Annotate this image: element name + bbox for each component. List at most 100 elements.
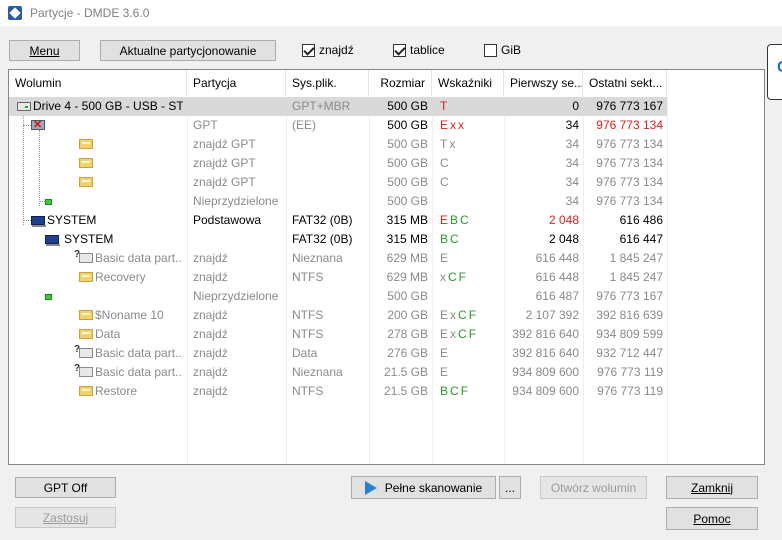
menu-button[interactable]: Menu — [9, 40, 80, 61]
full-scan-button[interactable]: Pełne skanowanie — [351, 476, 496, 499]
more-options-button[interactable]: ... — [499, 476, 521, 499]
cell-name — [61, 287, 183, 306]
cell-last: 934 809 599 — [596, 327, 663, 341]
header-first-sector[interactable]: Pierwszy se... — [504, 70, 583, 96]
cell-flags: BC — [440, 230, 502, 249]
help-button[interactable]: Pomoc — [666, 507, 758, 530]
cell-first: 34 — [565, 175, 579, 189]
play-icon — [364, 480, 377, 495]
cell-last: 976 773 134 — [596, 118, 663, 132]
close-button[interactable]: Zamknij — [666, 476, 758, 499]
apply-button[interactable]: Zastosuj — [15, 507, 116, 528]
table-row[interactable]: Nieprzydzielone 500 GB 616 487 976 773 167 — [9, 287, 764, 306]
open-volume-button[interactable]: Otwórz wolumin — [540, 476, 647, 499]
window-title: Partycje - DMDE 3.6.0 — [30, 6, 150, 20]
gib-checkbox[interactable]: GiB — [484, 43, 521, 57]
cell-fs: Nieznana — [292, 251, 343, 265]
cell-first: 34 — [565, 156, 579, 170]
header-filesystem[interactable]: Sys.plik. — [286, 70, 369, 96]
folder-icon — [79, 310, 93, 320]
cell-first: 2 048 — [548, 232, 579, 246]
table-row[interactable]: SYSTEM Podstawowa FAT32 (0B) 315 MB EBC 2 048… — [9, 211, 764, 230]
gib-checkbox-box[interactable] — [484, 43, 497, 57]
table-row[interactable]: Restore znajdź NTFS 21.5 GB BCF 934 809 600 97… — [9, 382, 764, 401]
header-last-sector[interactable]: Ostatni sekt... — [583, 70, 667, 96]
cell-flags: E — [440, 344, 502, 363]
table-row[interactable]: Recovery znajdź NTFS 629 MB xCF 616 448 1 845 … — [9, 268, 764, 287]
flag-letter: E — [440, 365, 451, 379]
cell-last: 616 486 — [619, 213, 663, 227]
flag-letter: E — [440, 118, 451, 132]
cell-size: 500 GB — [387, 194, 428, 208]
cell-size: 500 GB — [387, 118, 428, 132]
cell-fs: NTFS — [292, 308, 324, 322]
drive-icon — [17, 102, 31, 111]
folder-icon — [79, 386, 93, 396]
cell-last: 1 845 247 — [609, 270, 663, 284]
table-row[interactable]: znajdź GPT 500 GB C 34 976 773 134 — [9, 173, 764, 192]
table-row[interactable]: SYSTEM FAT32 (0B) 315 MB BC 2 048 616 447 — [9, 230, 764, 249]
header-flags[interactable]: Wskaźniki — [432, 70, 504, 96]
find-checkbox-box[interactable] — [302, 43, 315, 57]
cell-last: 932 712 447 — [596, 346, 663, 360]
cell-last: 392 816 639 — [596, 308, 663, 322]
table-row[interactable]: GPT (EE) 500 GB Exx 34 976 773 134 — [9, 116, 764, 135]
cell-partition: znajdź GPT — [193, 156, 256, 170]
flag-letter: x — [450, 118, 459, 132]
cell-partition: znajdź — [193, 365, 228, 379]
cell-size: 500 GB — [387, 156, 428, 170]
cell-partition: znajdź — [193, 308, 228, 322]
cell-flags: EBC — [440, 211, 502, 230]
cell-size: 629 MB — [386, 251, 428, 265]
cell-partition: znajdź — [193, 384, 228, 398]
cell-flags: xCF — [440, 268, 502, 287]
cell-size: 500 GB — [387, 175, 428, 189]
side-panel-tab[interactable]: C — [767, 44, 782, 100]
find-checkbox[interactable]: znajdź — [302, 43, 354, 57]
flag-letter: C — [458, 327, 469, 341]
gpt-off-button[interactable]: GPT Off — [15, 477, 116, 498]
cell-size: 500 GB — [387, 137, 428, 151]
help-label: Pomoc — [693, 511, 731, 526]
windows-partition-icon — [31, 216, 46, 227]
cell-size: 21.5 GB — [383, 365, 428, 379]
header-size[interactable]: Rozmiar — [369, 70, 432, 96]
table-row[interactable]: $Noname 10 znajdź NTFS 200 GB ExCF 2 107 392 3… — [9, 306, 764, 325]
partition-list[interactable]: Wolumin Partycja Sys.plik. Rozmiar Wskaźniki… — [8, 69, 765, 465]
cell-partition: znajdź — [193, 251, 228, 265]
tables-checkbox-box[interactable] — [393, 43, 406, 57]
cell-fs: GPT+MBR — [292, 99, 351, 113]
tables-checkbox[interactable]: tablice — [393, 43, 445, 57]
cell-first: 392 816 640 — [512, 327, 579, 341]
table-row[interactable]: znajdź GPT 500 GB C 34 976 773 134 — [9, 154, 764, 173]
cell-flags: ExCF — [440, 325, 502, 344]
table-row[interactable]: Basic data part... znajdź Data 276 GB E 392 8… — [9, 344, 764, 363]
cell-first: 616 448 — [535, 251, 579, 265]
flag-letter: E — [440, 327, 451, 341]
table-row[interactable]: Data znajdź NTFS 278 GB ExCF 392 816 640 934 8… — [9, 325, 764, 344]
flag-letter: B — [440, 232, 451, 246]
current-partitioning-button[interactable]: Aktualne partycjonowanie — [100, 40, 276, 61]
cell-fs: NTFS — [292, 384, 324, 398]
cell-partition: znajdź — [193, 270, 228, 284]
table-row[interactable]: Basic data part... znajdź Nieznana 629 MB E 6… — [9, 249, 764, 268]
cell-first: 616 448 — [535, 270, 579, 284]
cell-size: 500 GB — [387, 289, 428, 303]
unknown-volume-icon — [74, 249, 93, 263]
free-space-icon — [45, 199, 52, 205]
table-row[interactable]: Nieprzydzielone 500 GB 34 976 773 134 — [9, 192, 764, 211]
table-row[interactable]: Drive 4 - 500 GB - USB - ST... GPT+MBR 500… — [9, 97, 667, 116]
cell-last: 976 773 134 — [596, 194, 663, 208]
header-volume[interactable]: Wolumin — [9, 70, 187, 96]
gib-checkbox-label: GiB — [501, 43, 522, 57]
flag-letter: C — [458, 308, 469, 322]
table-row[interactable]: Basic data part... znajdź Nieznana 21.5 GB E… — [9, 363, 764, 382]
cell-flags: E — [440, 249, 502, 268]
header-partition[interactable]: Partycja — [187, 70, 286, 96]
cell-flags: Exx — [440, 116, 502, 135]
cell-last: 976 773 134 — [596, 156, 663, 170]
cell-size: 278 GB — [387, 327, 428, 341]
cell-flags: T — [440, 97, 502, 116]
table-row[interactable]: znajdź GPT 500 GB Tx 34 976 773 134 — [9, 135, 764, 154]
flag-letter: E — [440, 308, 451, 322]
